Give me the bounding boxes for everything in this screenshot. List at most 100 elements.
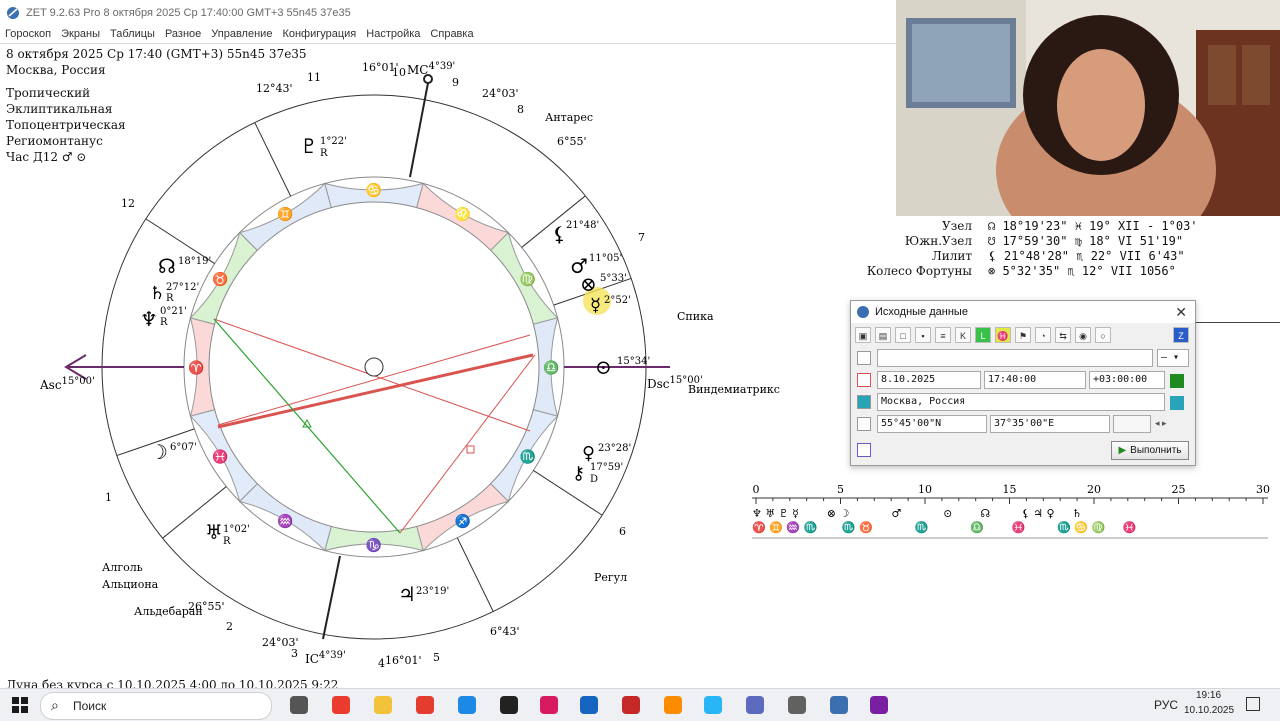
task-view-icon[interactable] xyxy=(290,696,308,714)
ephemeris-strip: 0 5 10 15 20 25 30 ♆ ♅ ♇ ☿ ⊗ ☽ ♂ ⊙ ☊ ⚸ ♃ ♀ ♄ ♈… xyxy=(752,483,1270,539)
sign-glyph: ♋ xyxy=(366,183,382,199)
map-icon[interactable] xyxy=(1170,396,1184,410)
positions-table: Узел ☊ 18°19'23" ♓ 19° XII - 1°03' Южн.Уз… xyxy=(866,216,1280,300)
taskbar-search[interactable]: ⌕ Поиск xyxy=(40,692,272,720)
venus-icon: ♀ xyxy=(582,443,595,464)
planet-mercury[interactable]: ☿ 2°52' xyxy=(590,295,631,316)
app-window-icon[interactable] xyxy=(746,696,764,714)
menu-screens[interactable]: Экраны xyxy=(61,28,100,40)
planet-lilith[interactable]: ⚸ 21°48' xyxy=(552,220,599,246)
menu-horoscope[interactable]: Гороскоп xyxy=(5,28,51,40)
menu-settings[interactable]: Настройка xyxy=(366,28,420,40)
file-explorer-icon[interactable] xyxy=(374,696,392,714)
yandex-icon[interactable] xyxy=(416,696,434,714)
app-icon xyxy=(7,6,19,19)
planet-node[interactable]: ☊ 18°19' xyxy=(158,254,211,278)
table-row: Колесо Фортуны ⊗ 5°32'35" ♏ 12° VII 1056° xyxy=(866,264,1176,278)
svg-text:0°21': 0°21' xyxy=(160,306,187,317)
stepper-arrows-icon[interactable]: ◂ ▸ xyxy=(1155,418,1189,432)
mc-label: MC4°39' xyxy=(407,61,455,77)
planet-saturn[interactable]: ♄ 27°12'R xyxy=(149,282,199,304)
terminal-icon[interactable] xyxy=(500,696,518,714)
dialog-toolbar: ▣ ▤ □ ▪ ≡ K L ♓ ⚑ ◔ ⇆ ◉ ○ xyxy=(855,327,1111,347)
radio-empty-icon[interactable]: ○ xyxy=(1095,327,1111,343)
sun-icon: ⊙ xyxy=(595,355,612,379)
timezone-field[interactable]: +03:00:00 xyxy=(1089,371,1165,389)
chrome-icon[interactable] xyxy=(664,696,682,714)
k-icon[interactable]: K xyxy=(955,327,971,343)
house-cusp-line xyxy=(254,122,292,197)
svg-text:R: R xyxy=(223,536,231,547)
swap-icon[interactable]: ⇆ xyxy=(1055,327,1071,343)
open-icon[interactable]: ▣ xyxy=(855,327,871,343)
clock-time[interactable]: 19:16 xyxy=(1196,690,1221,701)
astro-app-icon[interactable] xyxy=(622,696,640,714)
planet-chiron[interactable]: ⚷ 17°59'D xyxy=(572,462,623,485)
input-language[interactable]: РУС xyxy=(1154,698,1178,712)
name-field-icon xyxy=(857,351,871,365)
zodiac-icon[interactable]: ♓ xyxy=(995,327,1011,343)
save-icon[interactable]: ▪ xyxy=(915,327,931,343)
house-number: 11 xyxy=(307,71,321,84)
table-row: Лилит ⚸ 21°48'28" ♏ 22° VII 6'43" xyxy=(931,249,1185,263)
outlook-icon[interactable] xyxy=(580,696,598,714)
time-icon[interactable]: ◔ xyxy=(1035,327,1051,343)
planet-neptune[interactable]: ♆ 0°21'R xyxy=(140,306,187,331)
yandex-browser-icon[interactable] xyxy=(332,696,350,714)
telegram-icon[interactable] xyxy=(704,696,722,714)
planet-pluto[interactable]: ♇ 1°22'R xyxy=(300,134,347,159)
radio-icon[interactable]: ◉ xyxy=(1075,327,1091,343)
close-icon[interactable]: ✕ xyxy=(1175,304,1187,321)
new-file-icon[interactable]: □ xyxy=(895,327,911,343)
menu-tables[interactable]: Таблицы xyxy=(110,28,155,40)
notifications-icon[interactable] xyxy=(1246,697,1260,711)
clock-date[interactable]: 10.10.2025 xyxy=(1184,705,1234,716)
svg-text:D: D xyxy=(590,474,598,485)
name-field[interactable] xyxy=(877,349,1153,367)
planet-uranus[interactable]: ♅ 1°02'R xyxy=(205,520,250,547)
neptune-icon: ♆ xyxy=(140,307,158,331)
settings-icon[interactable] xyxy=(857,443,871,457)
list-icon[interactable]: ≡ xyxy=(935,327,951,343)
planet-venus[interactable]: ♀ 23°28' xyxy=(582,443,631,464)
latitude-field[interactable]: 55°45'00"N xyxy=(877,415,987,433)
l-icon[interactable]: L xyxy=(975,327,991,343)
date-field[interactable]: 8.10.2025 xyxy=(877,371,981,389)
sign-glyph: ♒ xyxy=(277,514,293,530)
timezone-status-icon[interactable] xyxy=(1170,374,1184,388)
svg-text:18°19': 18°19' xyxy=(178,256,211,267)
zet-z-icon[interactable] xyxy=(540,696,558,714)
star-regulus: Регул xyxy=(594,571,627,584)
menu-control[interactable]: Управление xyxy=(211,28,272,40)
z-icon[interactable]: Z xyxy=(1173,327,1189,343)
settings-gear-icon[interactable] xyxy=(788,696,806,714)
cusp-degree: 6°55' xyxy=(557,135,587,148)
ephemeris-tick-label: 0 xyxy=(753,483,760,496)
media-app-icon[interactable] xyxy=(870,696,888,714)
place-field[interactable]: Москва, Россия xyxy=(877,393,1165,411)
menu-misc[interactable]: Разное xyxy=(165,28,201,40)
name-dropdown[interactable]: — ▾ xyxy=(1157,349,1189,367)
taskbar: ⌕ Поиск РУС 19:16 10.10.2025 xyxy=(0,688,1280,721)
asc-label: Asc15°00' xyxy=(39,376,95,392)
run-button[interactable]: ▶ Выполнить xyxy=(1111,441,1189,460)
ic-axis xyxy=(322,555,341,640)
planet-jupiter[interactable]: ♃ 23°19' xyxy=(398,582,449,606)
planet-moon[interactable]: ☽ 6°07' xyxy=(150,440,197,464)
mercury-icon: ☿ xyxy=(590,295,601,316)
paste-icon[interactable]: ▤ xyxy=(875,327,891,343)
moon-icon: ☽ xyxy=(150,440,168,464)
flag-icon[interactable]: ⚑ xyxy=(1015,327,1031,343)
zet-app-icon[interactable] xyxy=(830,696,848,714)
windows-start-icon[interactable] xyxy=(12,697,28,713)
cusp-degree: 6°43' xyxy=(490,625,520,638)
altitude-field[interactable] xyxy=(1113,415,1151,433)
svg-text:1°22': 1°22' xyxy=(320,136,347,147)
menu-config[interactable]: Конфигурация xyxy=(282,28,356,40)
skype-icon[interactable] xyxy=(458,696,476,714)
longitude-field[interactable]: 37°35'00"E xyxy=(990,415,1110,433)
time-field[interactable]: 17:40:00 xyxy=(984,371,1086,389)
svg-text:2°52': 2°52' xyxy=(604,295,631,306)
svg-text:1°02': 1°02' xyxy=(223,524,250,535)
menu-help[interactable]: Справка xyxy=(430,28,473,40)
